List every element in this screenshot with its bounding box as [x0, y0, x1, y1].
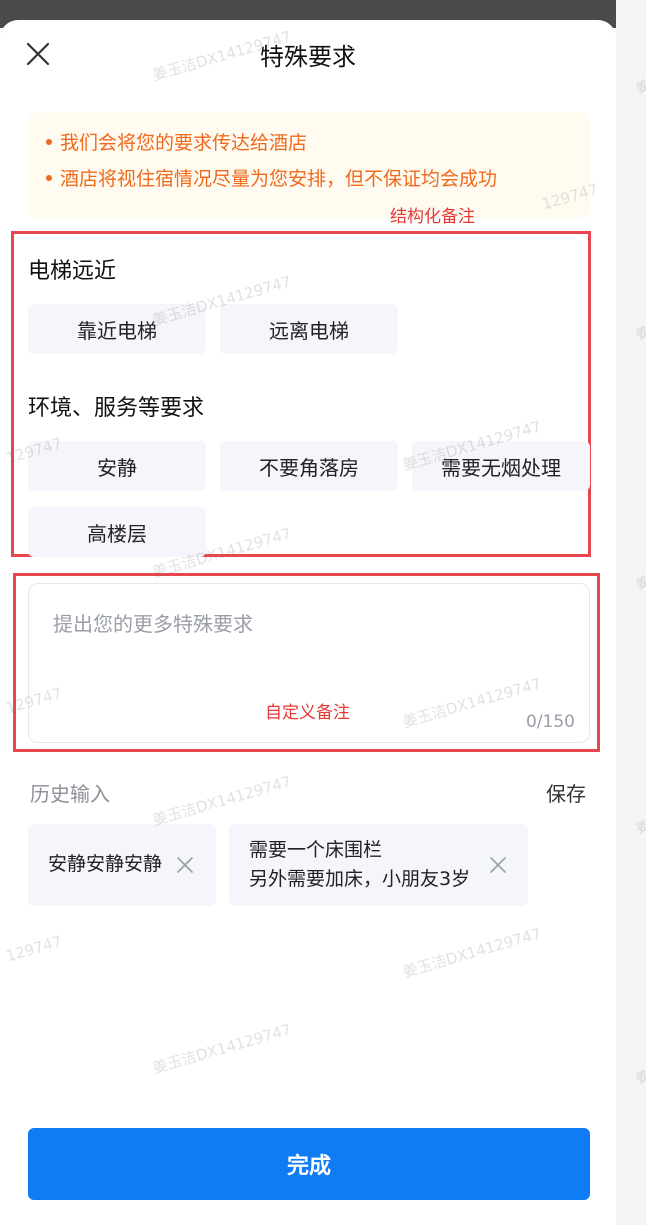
option-non-smoking[interactable]: 需要无烟处理: [412, 441, 590, 491]
notice-box: 我们会将您的要求传达给酒店 酒店将视住宿情况尽量为您安排，但不保证均会成功: [28, 112, 590, 218]
watermark-fragment: 姜: [633, 78, 646, 98]
section-heading-elevator: 电梯远近: [28, 259, 117, 284]
section-heading-environment: 环境、服务等要求: [28, 396, 205, 421]
watermark-fragment: 姜: [633, 574, 646, 594]
history-item[interactable]: 安静安静安静: [28, 824, 216, 906]
char-counter: 0/150: [526, 712, 575, 732]
custom-remark-box: 自定义备注 0/150: [28, 583, 590, 743]
watermark-fragment: 姜: [633, 818, 646, 838]
notice-line: 酒店将视住宿情况尽量为您安排，但不保证均会成功: [46, 164, 497, 191]
option-near-elevator[interactable]: 靠近电梯: [28, 304, 206, 354]
option-far-from-elevator[interactable]: 远离电梯: [220, 304, 398, 354]
watermark-fragment: 姜: [633, 1068, 646, 1088]
notice-line: 我们会将您的要求传达给酒店: [46, 128, 307, 155]
bullet-icon: [46, 174, 52, 181]
custom-remark-annotation: 自定义备注: [265, 703, 350, 723]
done-button[interactable]: 完成: [28, 1128, 590, 1200]
save-button[interactable]: 保存: [546, 778, 586, 807]
history-label: 历史输入: [30, 782, 110, 806]
background-strip: 姜 姜 姜 姜 姜: [616, 0, 646, 1225]
history-item[interactable]: 需要一个床围栏 另外需要加床，小朋友3岁: [229, 824, 528, 906]
option-no-corner-room[interactable]: 不要角落房: [220, 441, 398, 491]
remove-history-icon[interactable]: [489, 856, 507, 874]
notice-text: 我们会将您的要求传达给酒店: [60, 132, 308, 154]
bullet-icon: [46, 138, 52, 145]
option-quiet[interactable]: 安静: [28, 441, 206, 491]
notice-text: 酒店将视住宿情况尽量为您安排，但不保证均会成功: [60, 168, 498, 190]
watermark-fragment: 姜: [633, 324, 646, 344]
history-item-text: 需要一个床围栏 另外需要加床，小朋友3岁: [249, 839, 471, 890]
remove-history-icon[interactable]: [176, 856, 194, 874]
option-high-floor[interactable]: 高楼层: [28, 507, 206, 557]
page-title: 特殊要求: [260, 43, 356, 71]
special-requests-sheet: 特殊要求 我们会将您的要求传达给酒店 酒店将视住宿情况尽量为您安排，但不保证均会…: [0, 20, 616, 1225]
history-item-text: 安静安静安静: [48, 853, 163, 875]
structured-remark-annotation: 结构化备注: [390, 207, 475, 227]
